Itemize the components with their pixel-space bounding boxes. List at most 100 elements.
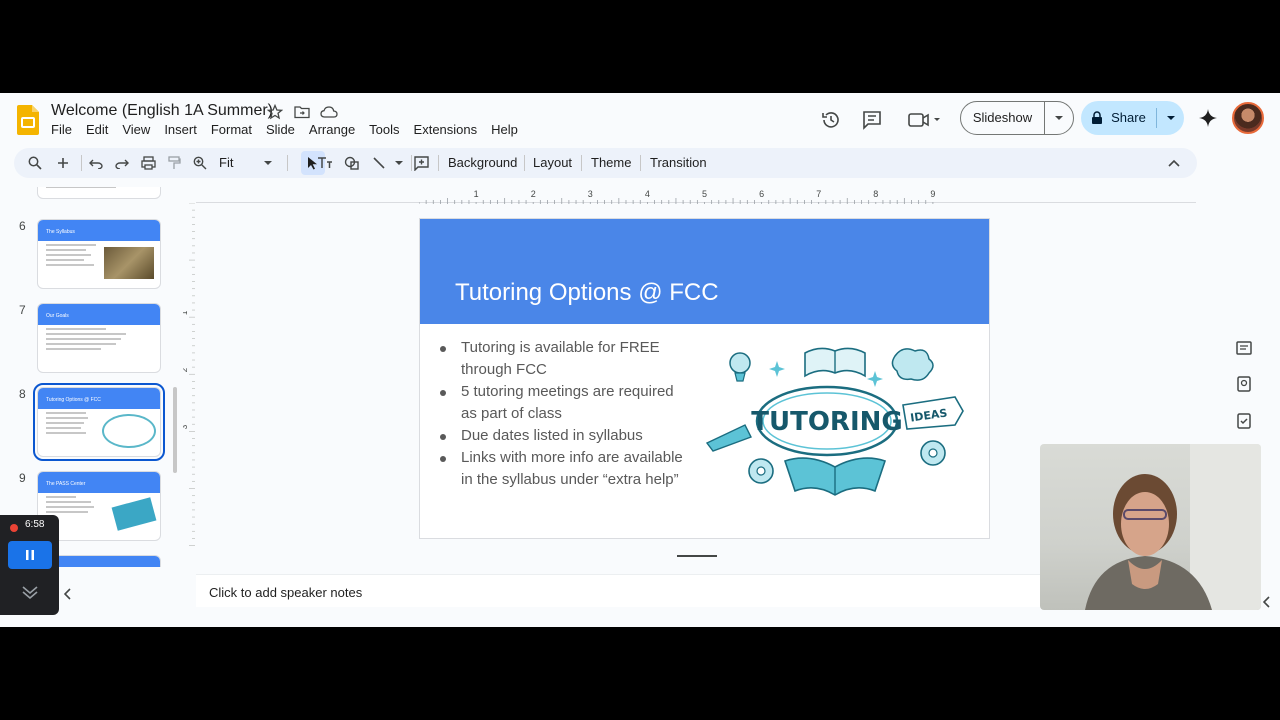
move-folder-icon[interactable] xyxy=(293,103,311,121)
tasks-side-icon[interactable] xyxy=(1235,412,1253,430)
recorder-collapse-icon[interactable] xyxy=(8,577,52,607)
zoom-select[interactable]: Fit xyxy=(219,155,233,170)
slides-app: Welcome (English 1A Summer) File Edit Vi… xyxy=(0,93,1280,627)
vertical-ruler[interactable]: 1 2 3 xyxy=(183,203,195,553)
ruler-label: 9 xyxy=(930,189,935,199)
menu-slide[interactable]: Slide xyxy=(259,123,302,137)
toolbar-divider xyxy=(287,155,288,171)
screen-recorder-widget: 6:58 xyxy=(0,515,59,615)
slide-number: 8 xyxy=(19,387,26,401)
lock-icon xyxy=(1092,111,1103,124)
slideshow-dropdown-icon[interactable] xyxy=(1045,115,1073,121)
tutoring-word: TUTORING xyxy=(751,407,902,437)
calendar-side-icon[interactable] xyxy=(1235,339,1253,357)
menu-file[interactable]: File xyxy=(51,123,79,137)
thumbnail-title: The Syllabus xyxy=(38,220,160,241)
slide-thumbnail-5[interactable] xyxy=(37,187,161,199)
image-shape-icon[interactable] xyxy=(343,154,361,172)
toolbar-divider xyxy=(81,155,82,171)
ruler-label: 5 xyxy=(702,189,707,199)
ruler-label: 8 xyxy=(873,189,878,199)
filmstrip-scrollbar[interactable] xyxy=(173,387,177,473)
slide-title[interactable]: Tutoring Options @ FCC xyxy=(455,279,719,307)
pause-recording-button[interactable] xyxy=(8,541,52,569)
undo-icon[interactable] xyxy=(87,154,105,172)
line-dropdown-icon[interactable] xyxy=(390,154,408,172)
ruler-label: 4 xyxy=(645,189,650,199)
new-slide-icon[interactable] xyxy=(54,154,72,172)
bullet-item: Tutoring is available for FREE through F… xyxy=(438,337,693,381)
collapse-toolbar-icon[interactable] xyxy=(1165,154,1183,172)
slides-logo-icon[interactable] xyxy=(17,105,39,135)
menu-view[interactable]: View xyxy=(115,123,157,137)
menu-insert[interactable]: Insert xyxy=(157,123,204,137)
thumbnail-title: Tutoring Options @ FCC xyxy=(38,388,160,409)
slide-thumbnail[interactable]: The Syllabus xyxy=(37,219,161,289)
horizontal-ruler[interactable]: 1 2 3 4 5 6 7 8 9 xyxy=(419,188,990,204)
ruler-label: 3 xyxy=(588,189,593,199)
user-avatar[interactable] xyxy=(1232,102,1264,134)
webcam-overlay[interactable] xyxy=(1040,444,1261,610)
search-menus-icon[interactable] xyxy=(26,154,44,172)
text-box-icon[interactable] xyxy=(316,154,334,172)
ruler-label: 2 xyxy=(531,189,536,199)
ruler-label: 7 xyxy=(816,189,821,199)
redo-icon[interactable] xyxy=(113,154,131,172)
comments-icon[interactable] xyxy=(860,108,884,132)
toolbar: Fit Background Layout Theme Transition xyxy=(14,148,1197,178)
ruler-label: 1 xyxy=(183,310,189,315)
slide-number: 9 xyxy=(19,471,26,485)
version-history-icon[interactable] xyxy=(819,108,843,132)
menu-help[interactable]: Help xyxy=(484,123,525,137)
background-button[interactable]: Background xyxy=(448,155,517,170)
transition-button[interactable]: Transition xyxy=(650,155,707,170)
gemini-sparkle-icon[interactable] xyxy=(1198,108,1218,128)
slide-thumbnail-selected[interactable]: Tutoring Options @ FCC xyxy=(33,383,165,461)
thumbnail-title: The PASS Center xyxy=(38,472,160,493)
meet-camera-icon[interactable] xyxy=(906,108,942,132)
menu-format[interactable]: Format xyxy=(204,123,259,137)
line-icon[interactable] xyxy=(370,154,388,172)
slideshow-button[interactable]: Slideshow xyxy=(960,101,1074,135)
toolbar-divider xyxy=(524,155,525,171)
menu-arrange[interactable]: Arrange xyxy=(302,123,362,137)
star-icon[interactable] xyxy=(266,103,284,121)
bullet-item: Due dates listed in syllabus xyxy=(438,425,693,447)
tutoring-illustration[interactable]: TUTORING IDEAS xyxy=(705,341,967,497)
ruler-label: 1 xyxy=(474,189,479,199)
layout-button[interactable]: Layout xyxy=(533,155,572,170)
speaker-notes-placeholder[interactable]: Click to add speaker notes xyxy=(209,585,362,600)
theme-button[interactable]: Theme xyxy=(591,155,631,170)
ruler-label: 6 xyxy=(759,189,764,199)
document-title[interactable]: Welcome (English 1A Summer) xyxy=(51,102,273,120)
canvas-resize-handle[interactable] xyxy=(677,555,717,557)
print-icon[interactable] xyxy=(139,154,157,172)
share-main[interactable]: Share xyxy=(1081,108,1157,128)
bullet-item: Links with more info are available in th… xyxy=(438,447,693,491)
ruler-label: 2 xyxy=(183,367,189,372)
toolbar-divider xyxy=(581,155,582,171)
toolbar-divider xyxy=(640,155,641,171)
ruler-label: 3 xyxy=(183,424,189,429)
collapse-filmstrip-icon[interactable] xyxy=(63,587,72,603)
zoom-icon[interactable] xyxy=(191,154,209,172)
filmstrip: 6 The Syllabus 7 Our Goals 8 Tutoring Op… xyxy=(0,187,185,567)
slideshow-label[interactable]: Slideshow xyxy=(961,102,1045,134)
menu-extensions[interactable]: Extensions xyxy=(407,123,485,137)
menu-edit[interactable]: Edit xyxy=(79,123,115,137)
expand-side-panel-icon[interactable] xyxy=(1262,596,1271,611)
bullet-item: 5 tutoring meetings are required as part… xyxy=(438,381,693,425)
recording-dot-icon xyxy=(10,524,18,532)
share-dropdown-icon[interactable] xyxy=(1157,115,1184,121)
slide-number: 6 xyxy=(19,219,26,233)
paint-format-icon[interactable] xyxy=(165,154,183,172)
slide-canvas[interactable]: Tutoring Options @ FCC Tutoring is avail… xyxy=(419,218,990,539)
insert-comment-icon[interactable] xyxy=(412,154,430,172)
bullet-list[interactable]: Tutoring is available for FREE through F… xyxy=(438,337,693,491)
keep-notes-side-icon[interactable] xyxy=(1235,375,1253,393)
zoom-dropdown-icon[interactable] xyxy=(259,154,277,172)
slide-thumbnail[interactable]: Our Goals xyxy=(37,303,161,373)
share-button[interactable]: Share xyxy=(1081,101,1184,135)
menu-tools[interactable]: Tools xyxy=(362,123,406,137)
cloud-saved-icon[interactable] xyxy=(320,103,338,121)
